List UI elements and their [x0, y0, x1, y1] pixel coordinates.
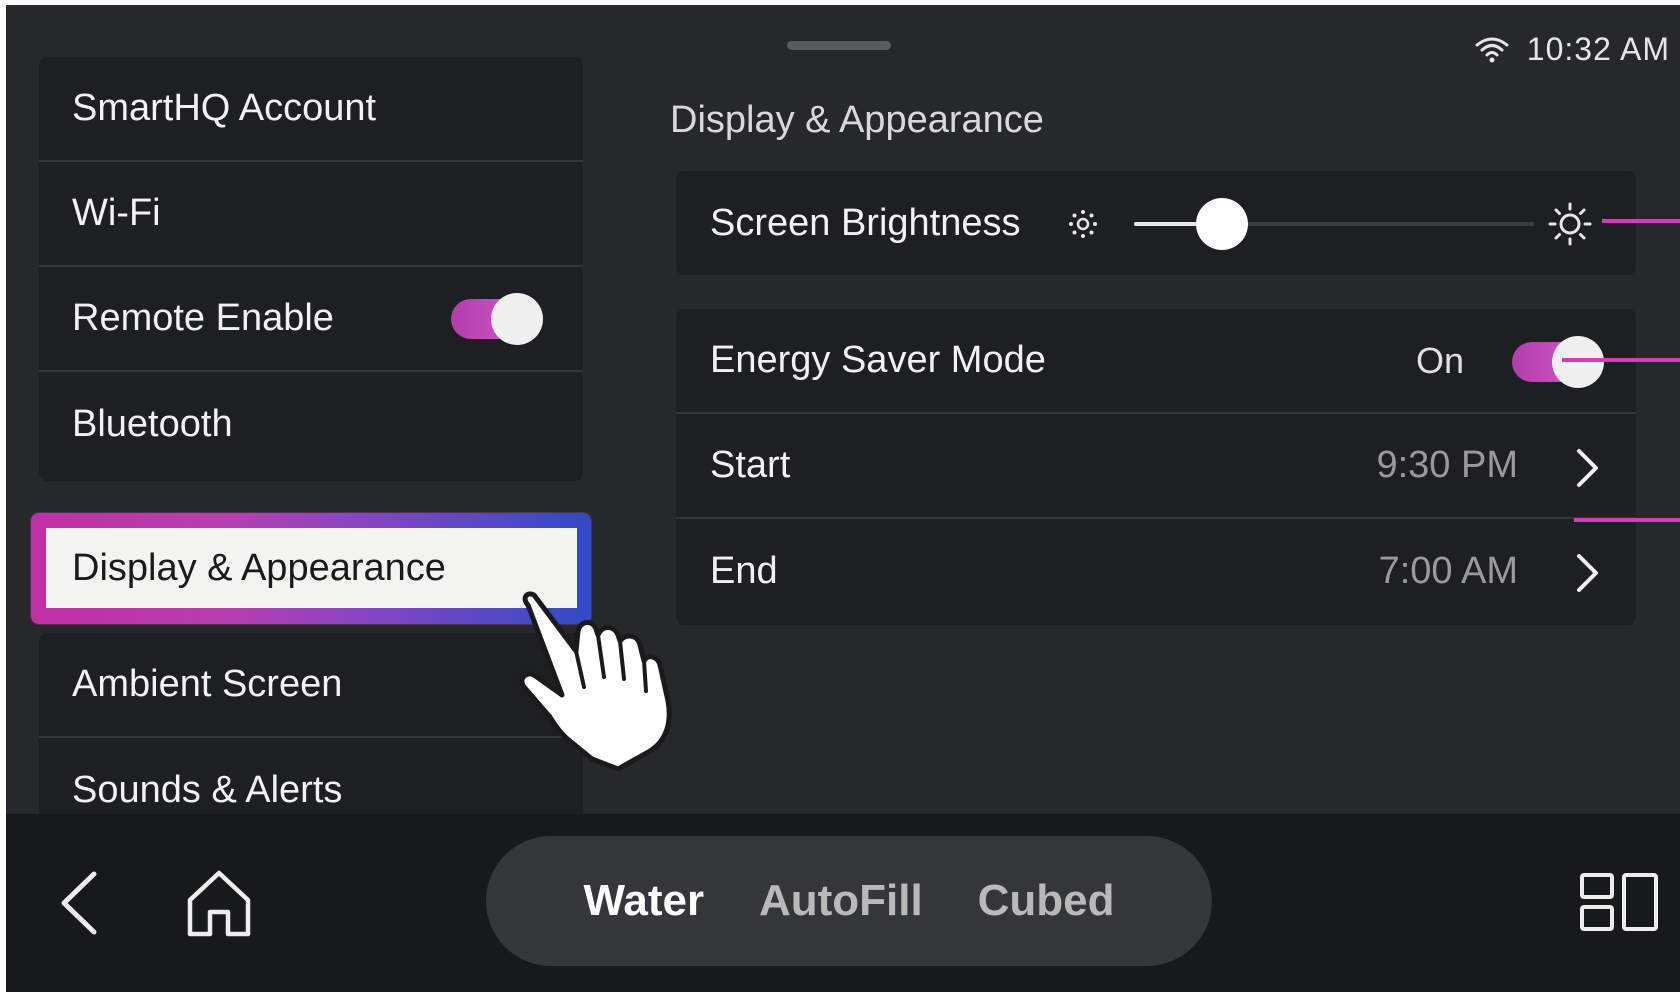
status-bar: 10:32 AM	[1475, 29, 1670, 69]
tab-cubed[interactable]: Cubed	[978, 876, 1115, 926]
menu-item-display-appearance[interactable]: Display & Appearance	[46, 528, 577, 608]
menu-item-label: Ambient Screen	[72, 663, 343, 705]
chevron-right-icon	[1577, 449, 1598, 487]
tap-hand-icon	[519, 591, 672, 771]
back-arrow-icon[interactable]	[56, 870, 100, 936]
dispenser-mode-selector: Water AutoFill Cubed	[486, 836, 1212, 966]
brightness-slider[interactable]	[1134, 198, 1534, 250]
page-title: Display & Appearance	[670, 99, 1044, 141]
energy-saver-card: Energy Saver Mode On Start 9:30 PM End 7…	[676, 309, 1636, 625]
callout-line	[1562, 358, 1680, 362]
brightness-label: Screen Brightness	[710, 202, 1021, 244]
bottom-nav-bar: Water AutoFill Cubed	[6, 814, 1680, 992]
start-time-row[interactable]: Start 9:30 PM	[676, 414, 1636, 519]
brightness-card: Screen Brightness	[676, 171, 1636, 275]
menu-item-display-appearance-highlight: Display & Appearance	[31, 513, 591, 624]
menu-item-smarthq-account[interactable]: SmartHQ Account	[39, 57, 583, 162]
slider-thumb[interactable]	[1196, 198, 1248, 250]
callout-line	[1574, 518, 1680, 522]
end-time-row[interactable]: End 7:00 AM	[676, 519, 1636, 624]
app-screen: 10:32 AM SmartHQ Account Wi-Fi Remote En…	[6, 5, 1680, 992]
brightness-low-icon	[1069, 210, 1097, 238]
settings-menu-group-lower: Ambient Screen Sounds & Alerts	[39, 633, 583, 833]
remote-enable-toggle[interactable]	[451, 293, 543, 345]
start-time-value: 9:30 PM	[1376, 444, 1518, 486]
energy-saver-state: On	[1415, 339, 1464, 381]
apps-grid-icon[interactable]	[1579, 872, 1659, 932]
start-label: Start	[710, 444, 791, 486]
chevron-right-icon	[1577, 554, 1598, 592]
menu-item-ambient-screen[interactable]: Ambient Screen	[39, 633, 583, 738]
brightness-high-icon	[1548, 202, 1592, 246]
clock: 10:32 AM	[1526, 30, 1670, 67]
energy-saver-label: Energy Saver Mode	[710, 339, 1046, 381]
menu-item-label: SmartHQ Account	[72, 87, 377, 129]
tab-autofill[interactable]: AutoFill	[759, 876, 923, 926]
energy-saver-toggle[interactable]	[1512, 336, 1604, 388]
menu-item-bluetooth[interactable]: Bluetooth	[39, 372, 583, 477]
toggle-knob	[1552, 336, 1604, 388]
callout-line	[1602, 219, 1680, 223]
menu-item-label: Wi-Fi	[72, 192, 161, 234]
end-time-value: 7:00 AM	[1378, 550, 1518, 592]
home-icon[interactable]	[184, 868, 254, 938]
wifi-icon	[1475, 37, 1509, 63]
tab-water[interactable]: Water	[583, 876, 704, 926]
energy-saver-row: Energy Saver Mode On	[676, 309, 1636, 414]
end-label: End	[710, 550, 778, 592]
settings-menu-group: SmartHQ Account Wi-Fi Remote Enable Blue…	[39, 57, 583, 481]
menu-item-label: Sounds & Alerts	[72, 769, 343, 811]
toggle-knob	[491, 293, 543, 345]
drag-handle[interactable]	[787, 41, 891, 50]
menu-item-remote-enable: Remote Enable	[39, 267, 583, 372]
menu-item-label: Display & Appearance	[72, 546, 446, 589]
menu-item-wifi[interactable]: Wi-Fi	[39, 162, 583, 267]
brightness-row: Screen Brightness	[676, 171, 1636, 276]
menu-item-label: Remote Enable	[72, 297, 334, 339]
menu-item-label: Bluetooth	[72, 403, 233, 445]
